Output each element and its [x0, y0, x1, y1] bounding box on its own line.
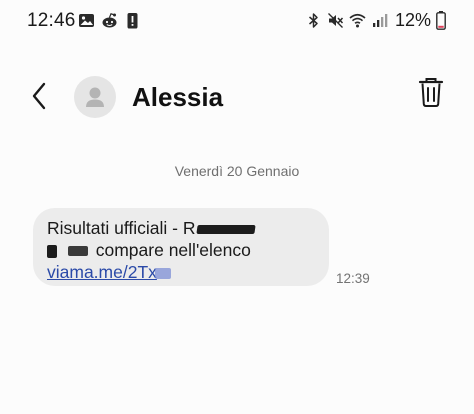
system-status-icons: 12% — [305, 10, 446, 31]
date-separator: Venerdì 20 Gennaio — [174, 163, 300, 179]
notification-icons — [78, 12, 141, 29]
redaction-mark — [154, 267, 171, 279]
status-time: 12:46 — [27, 10, 76, 31]
signal-icon — [372, 14, 388, 27]
avatar[interactable] — [74, 76, 116, 118]
conversation-header: Alessia — [0, 68, 474, 128]
alert-icon — [127, 13, 138, 29]
reddit-icon — [102, 13, 117, 28]
message-link[interactable]: viama.me/2Tx — [47, 262, 157, 282]
back-button[interactable] — [24, 78, 56, 114]
message-bubble[interactable]: Risultati ufficiali - R compare nell'ele… — [33, 208, 329, 286]
battery-icon — [436, 11, 446, 30]
redaction-mark — [67, 246, 88, 257]
message-line-3: viama.me/2Tx — [47, 261, 315, 283]
contact-name: Alessia — [132, 82, 224, 112]
person-icon — [86, 87, 104, 107]
message-text-line-2: compare nell'elenco — [95, 240, 251, 260]
battery-percent: 12% — [394, 10, 431, 30]
redaction-mark — [196, 224, 257, 234]
wifi-icon — [349, 13, 366, 28]
chevron-left-icon — [32, 82, 46, 110]
mute-icon — [328, 13, 344, 28]
bluetooth-icon — [308, 13, 318, 28]
redaction-mark — [47, 244, 57, 258]
delete-button[interactable] — [416, 76, 446, 110]
trash-icon — [418, 78, 444, 107]
message-text-line-1: Risultati ufficiali - R — [47, 218, 196, 238]
status-bar: 12:46 12% — [0, 0, 474, 42]
image-icon — [79, 14, 94, 27]
message-line-2: compare nell'elenco — [47, 239, 315, 261]
message-line-1: Risultati ufficiali - R — [47, 217, 315, 239]
message-timestamp: 12:39 — [336, 271, 370, 286]
